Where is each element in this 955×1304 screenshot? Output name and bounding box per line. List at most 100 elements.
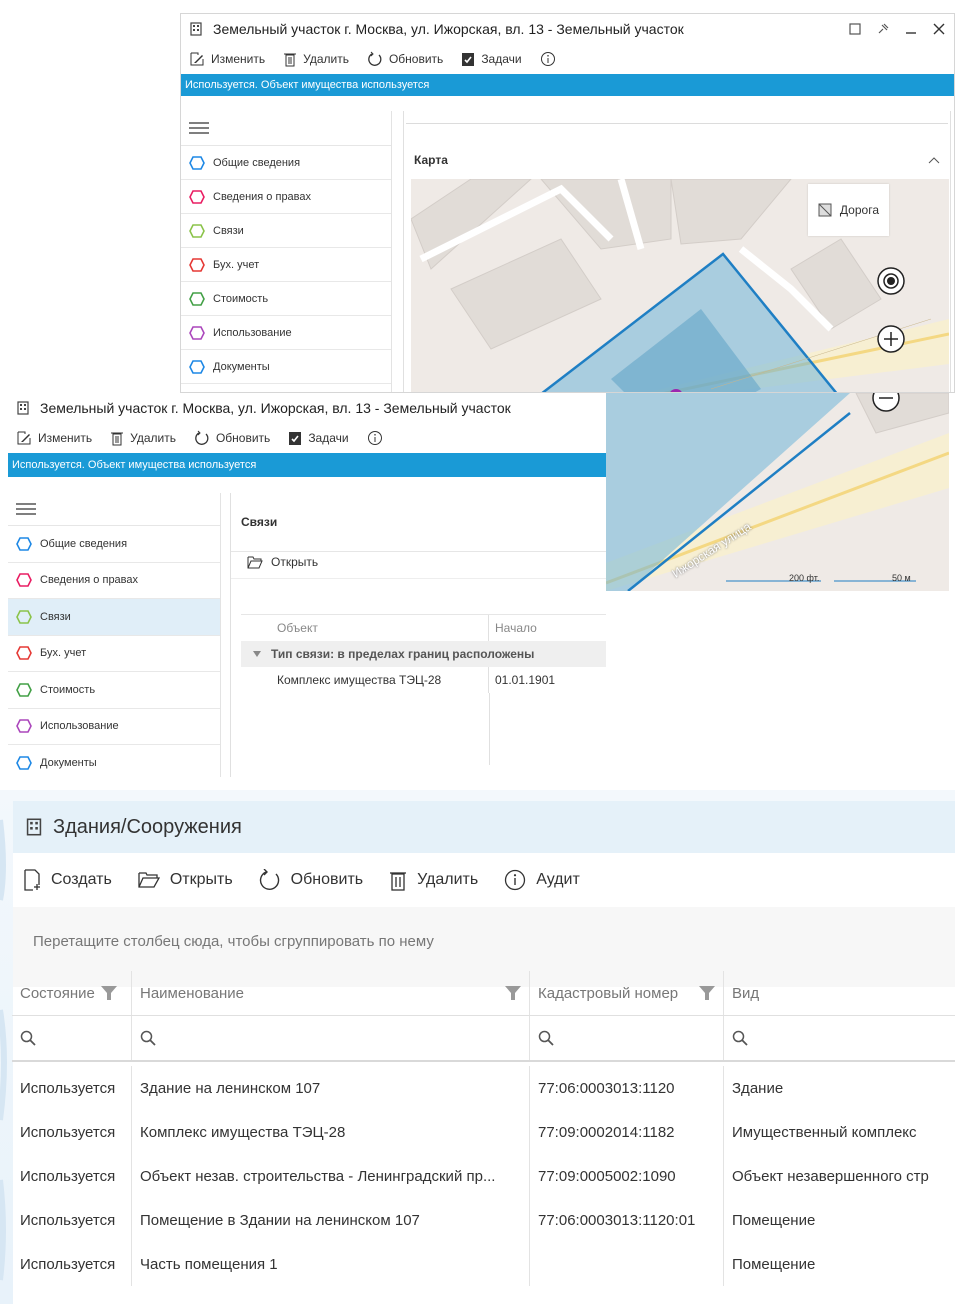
cell-name: Здание на ленинском 107 bbox=[132, 1066, 530, 1110]
info-button[interactable] bbox=[367, 430, 383, 446]
map-canvas-lower bbox=[606, 393, 949, 591]
map-panel-header[interactable]: Карта bbox=[404, 144, 950, 176]
filter-state[interactable] bbox=[12, 1016, 132, 1060]
table-row[interactable]: Используется Здание на ленинском 107 77:06… bbox=[12, 1066, 955, 1110]
hexagon-icon bbox=[16, 646, 32, 661]
pin-icon[interactable] bbox=[876, 22, 890, 36]
sidebar-item[interactable]: Бух. учет bbox=[8, 636, 220, 672]
buildings-header: Здания/Сооружения bbox=[13, 801, 955, 853]
toolbar: Изменить Удалить Обновить Задачи bbox=[8, 423, 606, 453]
sidebar-item[interactable]: Связи bbox=[8, 599, 220, 636]
table-row[interactable]: Комплекс имущества ТЭЦ-28 01.01.1901 bbox=[241, 667, 606, 693]
locate-icon[interactable] bbox=[876, 266, 906, 296]
filter-name[interactable] bbox=[132, 1016, 530, 1060]
sidebar-item-label: Документы bbox=[40, 756, 97, 769]
filter-cadastral[interactable] bbox=[530, 1016, 724, 1060]
map-legend[interactable]: Дорога bbox=[807, 184, 889, 236]
col-kind[interactable]: Вид bbox=[724, 971, 955, 1015]
sidebar-item[interactable]: Сведения о правах bbox=[8, 563, 220, 599]
refresh-button[interactable]: Обновить bbox=[367, 51, 443, 67]
table-row[interactable]: Используется Объект незав. строительства … bbox=[12, 1154, 955, 1198]
search-icon bbox=[732, 1030, 748, 1046]
toolbar: Изменить Удалить Обновить Задачи bbox=[181, 44, 954, 74]
group-row[interactable]: Тип связи: в пределах границ расположены bbox=[241, 641, 606, 667]
create-button[interactable]: Создать bbox=[23, 869, 112, 891]
sidebar-item[interactable]: Сведения о правах bbox=[181, 180, 391, 214]
filter-icon[interactable] bbox=[699, 985, 715, 1001]
table-row[interactable]: Используется Помещение в Здании на ленинс… bbox=[12, 1198, 955, 1242]
open-button[interactable]: Открыть bbox=[138, 871, 233, 889]
edit-button[interactable]: Изменить bbox=[16, 430, 92, 446]
cell-state-text: Используется bbox=[20, 1123, 116, 1141]
title-bar: Земельный участок г. Москва, ул. Ижорска… bbox=[8, 393, 606, 423]
refresh-label: Обновить bbox=[290, 871, 364, 888]
cell-state-text: Используется bbox=[20, 1167, 116, 1185]
minimize-icon[interactable] bbox=[904, 22, 918, 36]
sidebar-item[interactable]: Стоимость bbox=[181, 282, 391, 316]
hexagon-icon bbox=[16, 609, 32, 624]
cell-cadastral: 77:06:0003013:1120:01 bbox=[530, 1198, 724, 1242]
open-label: Открыть bbox=[169, 871, 233, 888]
refresh-button[interactable]: Обновить bbox=[259, 869, 363, 891]
delete-button[interactable]: Удалить bbox=[110, 430, 176, 446]
filter-icon[interactable] bbox=[100, 985, 117, 1001]
sidebar-item[interactable]: Использование bbox=[8, 709, 220, 745]
sidebar-item-label: Сведения о правах bbox=[40, 574, 139, 587]
table-row[interactable]: Используется Часть помещения 1 Помещение bbox=[12, 1242, 955, 1286]
col-start[interactable]: Начало bbox=[489, 621, 537, 635]
col-state[interactable]: Состояние bbox=[12, 971, 132, 1015]
close-icon[interactable] bbox=[932, 22, 946, 36]
sidebar-item[interactable]: Использование bbox=[181, 316, 391, 350]
map-continuation: Ижорская улица 200 фт. 50 м bbox=[606, 393, 949, 591]
zoom-out-icon[interactable] bbox=[871, 393, 901, 413]
delete-button[interactable]: Удалить bbox=[389, 869, 478, 891]
sidebar-item-label: Стоимость bbox=[213, 292, 269, 305]
maximize-icon[interactable] bbox=[848, 22, 862, 36]
trash-icon bbox=[284, 53, 297, 67]
open-button[interactable]: Открыть bbox=[231, 546, 606, 579]
map-title: Карта bbox=[414, 153, 448, 167]
hamburger-menu-icon[interactable] bbox=[181, 111, 391, 146]
sidebar-item[interactable]: Бух. учет bbox=[181, 248, 391, 282]
delete-button[interactable]: Удалить bbox=[283, 51, 349, 67]
refresh-button[interactable]: Обновить bbox=[194, 430, 270, 446]
cell-state-text: Используется bbox=[20, 1255, 116, 1273]
delete-label: Удалить bbox=[417, 871, 479, 888]
hamburger-menu-icon[interactable] bbox=[8, 493, 220, 526]
sidebar-item[interactable]: Документы bbox=[181, 350, 391, 384]
cell-state: Используется bbox=[12, 1198, 132, 1242]
col-cadastral[interactable]: Кадастровый номер bbox=[530, 971, 724, 1015]
zoom-in-icon[interactable] bbox=[876, 324, 906, 354]
edit-button[interactable]: Изменить bbox=[189, 51, 265, 67]
audit-label: Аудит bbox=[536, 871, 580, 888]
map-view[interactable]: Дорога bbox=[411, 179, 949, 392]
filter-icon[interactable] bbox=[505, 985, 521, 1001]
hexagon-icon bbox=[189, 257, 205, 272]
info-button[interactable] bbox=[540, 51, 556, 67]
sidebar-item[interactable]: Общие сведения bbox=[181, 146, 391, 180]
cell-name: Помещение в Здании на ленинском 107 bbox=[132, 1198, 530, 1242]
cell-state: Используется bbox=[12, 1242, 132, 1286]
sidebar-item[interactable]: Документы bbox=[8, 745, 220, 777]
collapse-triangle-icon[interactable] bbox=[253, 651, 261, 657]
status-bar: Используется. Объект имущества используе… bbox=[181, 74, 954, 96]
sidebar-item[interactable]: Связи bbox=[181, 214, 391, 248]
chevron-up-icon[interactable] bbox=[928, 156, 940, 164]
cell-state-text: Используется bbox=[20, 1211, 116, 1229]
filter-kind[interactable] bbox=[724, 1016, 955, 1060]
col-object[interactable]: Объект bbox=[241, 615, 489, 641]
sidebar-item[interactable]: Общие сведения bbox=[8, 526, 220, 563]
tasks-button[interactable]: Задачи bbox=[461, 51, 522, 67]
col-name[interactable]: Наименование bbox=[132, 971, 530, 1015]
table-row[interactable]: Используется Комплекс имущества ТЭЦ-28 77:… bbox=[12, 1110, 955, 1154]
clipboard-check-icon bbox=[289, 432, 302, 445]
sidebar-item-label: Общие сведения bbox=[213, 156, 301, 169]
cell-kind-text: Здание bbox=[732, 1079, 784, 1097]
status-bar: Используется. Объект имущества используе… bbox=[8, 453, 606, 477]
edit-icon bbox=[190, 52, 204, 66]
land-plot-window-map: Земельный участок г. Москва, ул. Ижорска… bbox=[180, 13, 955, 393]
audit-button[interactable]: Аудит bbox=[504, 869, 580, 891]
new-document-icon bbox=[24, 869, 40, 891]
sidebar-item[interactable]: Стоимость bbox=[8, 672, 220, 709]
tasks-button[interactable]: Задачи bbox=[288, 430, 349, 446]
